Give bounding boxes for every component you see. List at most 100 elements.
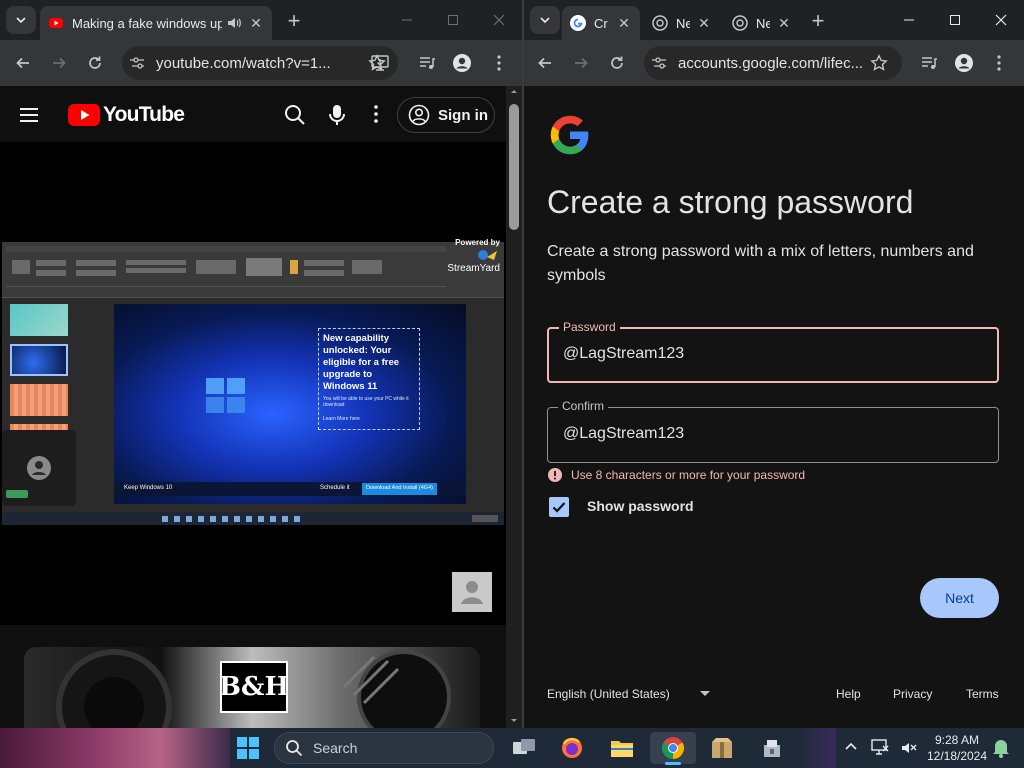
language-selector[interactable]: English (United States): [547, 687, 710, 701]
channel-avatar[interactable]: [452, 572, 492, 612]
password-field[interactable]: Password @LagStream123: [547, 320, 999, 383]
youtube-favicon-icon: [49, 18, 63, 28]
scroll-up-icon[interactable]: [506, 86, 522, 96]
guide-menu-button[interactable]: [16, 102, 42, 128]
current-slide: New capability unlocked: Your eligible f…: [114, 304, 466, 504]
minimize-button[interactable]: [384, 0, 430, 40]
bookmark-button[interactable]: [864, 48, 894, 78]
tab-youtube-video[interactable]: Making a fake windows upgrade ✕: [40, 6, 272, 40]
youtube-settings-button[interactable]: [374, 105, 378, 123]
windows-taskbar: Search 9:28 AM 12/18/2024: [0, 728, 1024, 768]
close-window-button[interactable]: [978, 0, 1024, 40]
site-info-icon[interactable]: [644, 55, 678, 71]
site-info-icon[interactable]: [122, 55, 156, 71]
close-tab-icon[interactable]: ✕: [616, 15, 632, 31]
footer-link-help[interactable]: Help: [836, 687, 861, 701]
media-controls-button[interactable]: [412, 48, 442, 78]
task-view-button[interactable]: [504, 732, 544, 764]
forward-button[interactable]: [566, 48, 596, 78]
chrome-taskbar-button[interactable]: [650, 732, 696, 765]
archive-app-taskbar-button[interactable]: [702, 732, 742, 764]
ad-banner[interactable]: B&H: [24, 647, 480, 728]
firefox-icon: [562, 737, 582, 758]
slide-thumbnail-2[interactable]: [10, 344, 68, 376]
profile-button[interactable]: [949, 48, 979, 78]
streamyard-logo-icon: [478, 250, 497, 260]
kebab-menu-icon: [497, 55, 501, 71]
taskbar-search-box[interactable]: Search: [274, 732, 494, 764]
footer-link-privacy[interactable]: Privacy: [893, 687, 932, 701]
video-player[interactable]: Powered by StreamYard New capability unl…: [0, 142, 506, 625]
close-tab-icon[interactable]: ✕: [248, 15, 264, 31]
notifications-button[interactable]: [992, 738, 1010, 758]
tab-new-tab-1[interactable]: New T ✕: [644, 6, 720, 40]
back-button[interactable]: [8, 48, 38, 78]
bookmark-button[interactable]: [362, 48, 392, 78]
reload-button[interactable]: [602, 48, 632, 78]
file-explorer-taskbar-button[interactable]: [602, 732, 642, 764]
youtube-search-button[interactable]: [284, 104, 306, 126]
taskbar-wallpaper-right: [798, 728, 836, 768]
close-tab-icon[interactable]: ✕: [696, 15, 712, 31]
password-value: @LagStream123: [563, 345, 685, 362]
new-tab-button[interactable]: +: [804, 8, 832, 34]
close-window-button[interactable]: [476, 0, 522, 40]
start-button[interactable]: [228, 732, 268, 764]
tab-new-tab-2[interactable]: New T ✕: [724, 6, 800, 40]
forward-button[interactable]: [44, 48, 74, 78]
maximize-icon: [448, 15, 458, 25]
volume-status-button[interactable]: [900, 739, 918, 757]
slide-headline: New capability unlocked: Your eligible f…: [323, 333, 400, 392]
network-status-button[interactable]: [870, 738, 890, 756]
menu-button[interactable]: [484, 48, 514, 78]
tab-title: Cr: [594, 15, 608, 31]
streamyard-badge: Powered by StreamYard: [442, 238, 504, 288]
installer-icon: [764, 740, 780, 757]
star-icon: [368, 54, 386, 71]
bh-logo-text: B&H: [219, 672, 290, 702]
show-hidden-icons-button[interactable]: [844, 740, 858, 754]
google-logo-icon: [550, 115, 589, 155]
maximize-icon: [950, 15, 960, 25]
close-icon: [493, 14, 505, 26]
confirm-field[interactable]: Confirm @LagStream123: [547, 399, 999, 463]
installer-app-taskbar-button[interactable]: [752, 732, 792, 764]
media-controls-button[interactable]: [914, 48, 944, 78]
show-password-label[interactable]: Show password: [587, 498, 694, 514]
menu-button[interactable]: [984, 48, 1014, 78]
close-tab-icon[interactable]: ✕: [776, 15, 792, 31]
voice-search-button[interactable]: [328, 104, 346, 126]
show-password-checkbox[interactable]: [549, 497, 569, 517]
maximize-button[interactable]: [430, 0, 476, 40]
slide-thumbnail-3[interactable]: [10, 384, 68, 416]
reload-icon: [89, 56, 101, 69]
reload-button[interactable]: [80, 48, 110, 78]
speaker-icon[interactable]: [226, 15, 242, 31]
wallpaper-strip: [0, 728, 230, 768]
maximize-button[interactable]: [932, 0, 978, 40]
sign-in-button[interactable]: Sign in: [397, 97, 495, 133]
address-bar[interactable]: youtube.com/watch?v=1...: [122, 46, 398, 80]
scroll-down-icon[interactable]: [506, 716, 522, 726]
tab-search-button[interactable]: [530, 6, 560, 34]
footer-link-terms[interactable]: Terms: [966, 687, 999, 701]
firefox-taskbar-button[interactable]: [552, 732, 592, 764]
person-placeholder-icon: [461, 581, 483, 604]
back-button[interactable]: [530, 48, 560, 78]
playlist-music-icon: [922, 57, 937, 69]
error-icon: [548, 468, 562, 482]
tab-search-button[interactable]: [6, 6, 36, 34]
minimize-button[interactable]: [886, 0, 932, 40]
page-scrollbar[interactable]: [506, 86, 522, 728]
new-tab-button[interactable]: +: [280, 8, 308, 34]
tab-title: Making a fake windows upgrade: [72, 15, 222, 31]
next-button[interactable]: Next: [920, 578, 999, 618]
slide-thumbnail-1[interactable]: [10, 304, 68, 336]
scrollbar-thumb[interactable]: [509, 104, 519, 230]
tab-google-account[interactable]: Cr ✕: [562, 6, 640, 40]
download-install-label: Download And Install (4G4): [362, 483, 437, 495]
ppt-ribbon: Powered by StreamYard: [2, 238, 504, 298]
youtube-logo[interactable]: YouTube: [68, 103, 185, 127]
clock[interactable]: 9:28 AM 12/18/2024: [926, 732, 988, 764]
profile-button[interactable]: [447, 48, 477, 78]
